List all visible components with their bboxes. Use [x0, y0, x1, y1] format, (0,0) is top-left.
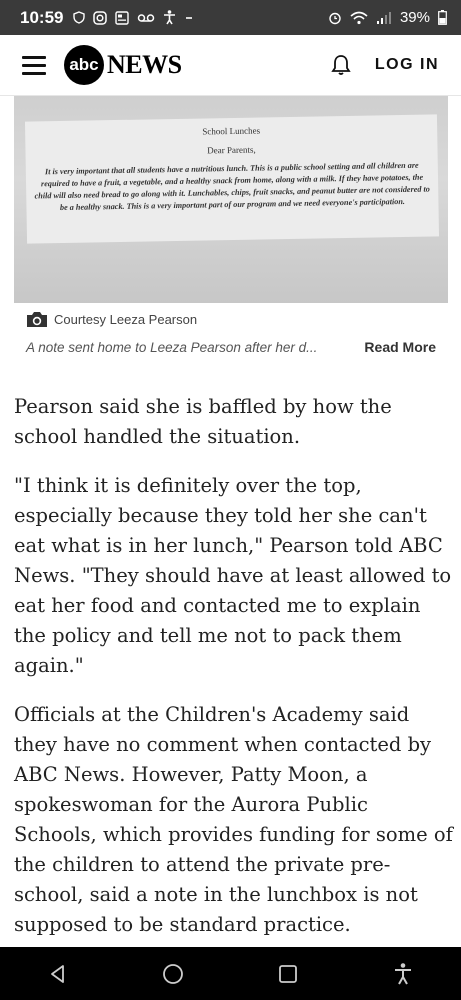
status-time: 10:59 — [20, 7, 64, 27]
caption-row: A note sent home to Leeza Pearson after … — [26, 339, 436, 355]
app-header: abc NEWS LOG IN — [0, 35, 461, 96]
alarm-icon — [329, 12, 341, 24]
note-title: School Lunches — [202, 125, 261, 137]
news-icon — [115, 10, 130, 25]
wifi-icon — [350, 11, 368, 24]
camera-icon — [27, 312, 47, 327]
home-icon[interactable] — [162, 963, 184, 985]
note-body: It is very important that all students h… — [34, 160, 430, 213]
login-button[interactable]: LOG IN — [375, 56, 439, 74]
recents-icon[interactable] — [277, 963, 299, 985]
menu-icon[interactable] — [22, 51, 46, 80]
signal-icon — [376, 11, 391, 24]
minus-icon — [186, 16, 193, 19]
accessibility-icon[interactable] — [392, 962, 414, 986]
note-greeting: Dear Parents, — [207, 144, 256, 156]
photo-credit-row: Courtesy Leeza Pearson — [26, 311, 197, 328]
accessibility-icon — [164, 10, 176, 25]
system-status: 39% — [328, 9, 447, 26]
voicemail-icon — [138, 13, 155, 22]
instagram-icon — [93, 10, 108, 25]
battery-icon — [438, 10, 447, 25]
back-icon[interactable] — [47, 963, 69, 985]
note-paper: School Lunches Dear Parents, It is very … — [24, 114, 440, 244]
logo-text: NEWS — [107, 50, 182, 79]
shield-icon — [73, 11, 86, 24]
article-body: Pearson said she is baffled by how the s… — [14, 392, 454, 959]
logo-circle: abc — [64, 45, 104, 85]
battery-percent: 39% — [399, 9, 430, 26]
photo-credit: Courtesy Leeza Pearson — [54, 312, 198, 327]
photo-caption: A note sent home to Leeza Pearson after … — [26, 339, 318, 355]
article-photo[interactable]: School Lunches Dear Parents, It is very … — [14, 96, 448, 303]
notification-icons — [73, 10, 194, 25]
status-bar: 10:59 39% — [0, 0, 461, 35]
article-paragraph: "I think it is definitely over the top, … — [14, 474, 452, 677]
system-nav-bar — [0, 947, 461, 1000]
abc-news-logo[interactable]: abc NEWS — [64, 45, 182, 85]
read-more-link[interactable]: Read More — [364, 339, 436, 355]
bell-icon[interactable] — [329, 53, 353, 77]
article-paragraph: Pearson said she is baffled by how the s… — [14, 395, 392, 448]
article-paragraph: Officials at the Children's Academy said… — [14, 703, 453, 936]
